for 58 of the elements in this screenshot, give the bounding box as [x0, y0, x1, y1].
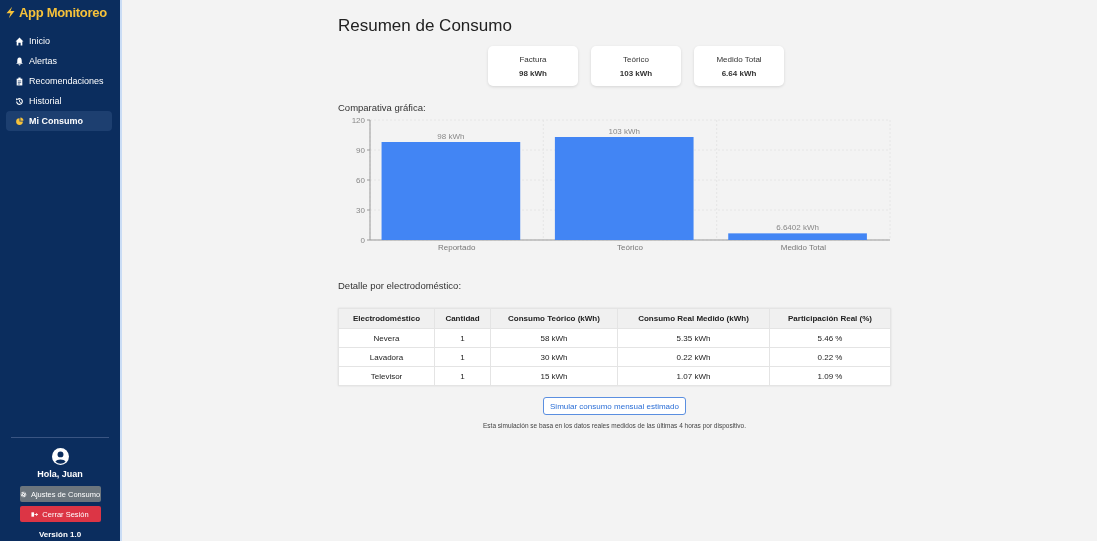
table-cell: 58 kWh [490, 328, 618, 348]
simulate-button[interactable]: Simular consumo mensual estimado [543, 397, 686, 415]
column-header: Electrodoméstico [338, 308, 435, 329]
category-label: Reportado [438, 243, 476, 252]
table-cell: Nevera [338, 328, 435, 348]
user-greeting: Hola, Juan [37, 469, 83, 479]
bar-value-label: 103 kWh [608, 127, 640, 136]
category-label: Medido Total [780, 243, 826, 252]
table-cell: 1 [434, 366, 491, 386]
bar-value-label: 6.6402 kWh [776, 223, 819, 233]
sidebar-item[interactable]: Mi Consumo [6, 111, 112, 131]
axis-tick-label: 60 [356, 176, 365, 185]
clipboard-icon [15, 76, 24, 86]
table-cell: 0.22 % [769, 347, 891, 367]
history-icon [15, 96, 24, 106]
card-value: 98 kWh [519, 68, 547, 78]
table-cell: 5.46 % [769, 328, 891, 348]
sidebar-item[interactable]: Alertas [6, 51, 112, 71]
card-value: 6.64 kWh [721, 68, 757, 78]
gear-icon [19, 490, 27, 498]
section-heading: Detalle por electrodoméstico: [338, 280, 463, 291]
logout-icon [31, 510, 39, 518]
table-cell: 5.35 kWh [617, 328, 770, 348]
table-cell: 30 kWh [490, 347, 618, 367]
sidebar-item[interactable]: Historial [6, 91, 112, 111]
home-icon [15, 36, 24, 46]
column-header: Consumo Real Medido (kWh) [617, 308, 770, 329]
table-cell: 1.09 % [769, 366, 891, 386]
table-cell: 15 kWh [490, 366, 618, 386]
table-cell: 1 [434, 328, 491, 348]
table-cell: 1.07 kWh [617, 366, 770, 386]
lightning-icon [4, 6, 17, 19]
card-label: Medido Total [716, 54, 762, 64]
pie-chart-icon [15, 116, 24, 126]
bar-value-label: 98 kWh [437, 132, 465, 141]
bell-icon [15, 56, 24, 66]
axis-tick-label: 120 [351, 116, 365, 125]
column-header: Participación Real (%) [769, 308, 891, 329]
app-title: App Monitoreo [19, 5, 107, 20]
table-cell: 0.22 kWh [617, 347, 770, 367]
user-avatar-icon [51, 448, 69, 465]
page-title: Resumen de Consumo [338, 16, 513, 36]
version-label: Versión 1.0 [38, 530, 82, 539]
axis-tick-label: 90 [356, 146, 365, 155]
column-header: Consumo Teórico (kWh) [490, 308, 618, 329]
table-cell: Televisor [338, 366, 435, 386]
sidebar-item[interactable]: Recomendaciones [6, 71, 112, 91]
card-label: Factura [519, 54, 547, 64]
card-value: 103 kWh [619, 68, 653, 78]
table-cell: Lavadora [338, 347, 435, 367]
axis-tick-label: 0 [360, 236, 365, 245]
table-cell: 1 [434, 347, 491, 367]
column-header: Cantidad [434, 308, 491, 329]
category-label: Teórico [617, 243, 643, 252]
card-label: Teórico [623, 54, 649, 64]
axis-tick-label: 30 [356, 206, 365, 215]
section-heading: Comparativa gráfica: [338, 102, 427, 113]
sidebar-item[interactable]: Inicio [6, 31, 112, 51]
